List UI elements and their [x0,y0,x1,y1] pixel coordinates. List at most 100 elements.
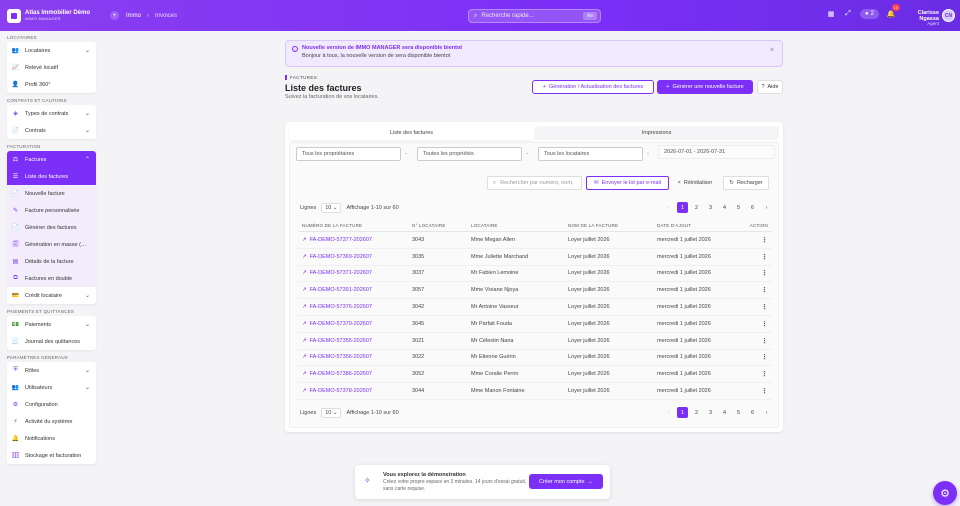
sidebar-item-paiements[interactable]: 💵 Paiements ⌄ [7,316,96,333]
sidebar-item-generation-masse[interactable]: 🗐 Génération en masse (… [7,236,96,253]
page-button[interactable]: 4 [719,407,730,418]
column-header[interactable]: LOCATAIRE [471,223,568,228]
table-row[interactable]: ↗ FA-DEMO-57369-202607 3035 Mme Juliette Ma… [298,249,772,266]
row-actions-icon[interactable]: ⋮ [748,236,772,244]
close-icon[interactable]: × [770,47,774,54]
sidebar-item-factures-double[interactable]: ⧉ Factures en double [7,270,96,287]
properties-select[interactable]: Toutes les propriétés [417,147,522,161]
sidebar-item-types-contrats[interactable]: ◈ Types de contrats ⌄ [7,105,96,122]
create-account-button[interactable]: Créer mon compte → [529,474,603,489]
sidebar-toggle-icon[interactable]: + [110,11,119,20]
sidebar-item-configuration[interactable]: ⚙ Configuration [7,396,96,413]
row-actions-icon[interactable]: ⋮ [748,253,772,261]
column-header[interactable]: DATE D'AJOUT [657,223,748,228]
page-button[interactable]: 6 [747,407,758,418]
expand-icon[interactable]: ⤢ [843,9,853,19]
invoice-number-link[interactable]: ↗ FA-DEMO-57378-202607 [298,388,412,394]
sidebar-item-utilisateurs[interactable]: 👥 Utilisateurs ⌄ [7,379,96,396]
page-size-select[interactable]: 10 ⌄ [321,408,342,418]
invoice-number-link[interactable]: ↗ FA-DEMO-57376-202607 [298,304,412,310]
row-actions-icon[interactable]: ⋮ [748,286,772,294]
column-header[interactable]: NOM DE LA FACTURE [568,223,657,228]
page-size-select[interactable]: 10 ⌄ [321,203,342,213]
sidebar-item-locataires[interactable]: 👥 Locataires ⌄ [7,42,96,59]
invoice-number-link[interactable]: ↗ FA-DEMO-57355-202607 [298,338,412,344]
page-button[interactable]: 2 [691,202,702,213]
sidebar-item-liste-factures[interactable]: ☰ Liste des factures [7,168,96,185]
table-row[interactable]: ↗ FA-DEMO-57376-202607 3042 Mr Antoine Vass… [298,299,772,316]
sidebar-item-nouvelle-facture[interactable]: 📄 Nouvelle facture [7,185,96,202]
bell-icon[interactable]: 🔔 10 [886,4,900,19]
quick-search-input[interactable]: ⌕ Recherche rapide... ⌘K [468,9,601,23]
breadcrumb-item-immo[interactable]: Immo [126,13,141,19]
invoice-number-link[interactable]: ↗ FA-DEMO-57356-202607 [298,354,412,360]
row-actions-icon[interactable]: ⋮ [748,370,772,378]
sidebar-item-roles[interactable]: ⛨ Rôles ⌄ [7,362,96,379]
tab-liste-factures[interactable]: Liste des factures [289,126,534,140]
next-page-icon[interactable]: › [761,202,772,213]
sidebar-item-activite[interactable]: ⚡ Activité du système [7,413,96,430]
tenants-select[interactable]: Tous les locataires [538,147,643,161]
reset-button[interactable]: × Réinitialiser [672,176,718,190]
page-button[interactable]: 5 [733,202,744,213]
sidebar-item-generer-factures[interactable]: 📄 Générer des factures [7,219,96,236]
coins-counter[interactable]: ● 2 [860,9,879,19]
sidebar-item-contrats[interactable]: 📄 Contrats ⌄ [7,122,96,139]
sidebar-item-journal-quittances[interactable]: 🧾 Journal des quittances [7,333,96,350]
row-actions-icon[interactable]: ⋮ [748,337,772,345]
sidebar-item-releve[interactable]: 📈 Relevé locatif [7,59,96,76]
invoice-search-input[interactable]: ⌕ Rechercher par numéro, nom, [487,176,582,190]
next-page-icon[interactable]: › [761,407,772,418]
column-header[interactable]: NUMÉRO DE LA FACTURE [298,223,412,228]
avatar[interactable]: CN [942,9,955,22]
help-button[interactable]: ? Aide [757,80,783,94]
page-button[interactable]: 1 [677,407,688,418]
page-button[interactable]: 2 [691,407,702,418]
user-info[interactable]: Clarisse Ngassa Agent [898,10,939,27]
table-row[interactable]: ↗ FA-DEMO-57378-202607 3044 Mme Manon Fonta… [298,383,772,400]
sidebar-item-factures[interactable]: ⚖ Factures ⌃ [7,151,96,168]
generate-update-button[interactable]: + Génération / Actualisation des factures [532,80,654,94]
page-button[interactable]: 6 [747,202,758,213]
date-range-input[interactable]: 2026-07-01 - 2026-07-31 [658,145,775,159]
invoice-number-link[interactable]: ↗ FA-DEMO-57391-202607 [298,287,412,293]
prev-page-icon[interactable]: ‹ [663,407,674,418]
sidebar-item-stockage[interactable]: 🗄 Stockage et facturation [7,447,96,464]
sidebar-item-profil[interactable]: 👤 Profil 360° [7,76,96,93]
page-button[interactable]: 3 [705,407,716,418]
table-row[interactable]: ↗ FA-DEMO-57386-202607 3052 Mme Coralie Per… [298,366,772,384]
invoice-number-link[interactable]: ↗ FA-DEMO-57369-202607 [298,254,412,260]
table-row[interactable]: ↗ FA-DEMO-57379-202607 3045 Mr Parfait Foud… [298,316,772,333]
page-button[interactable]: 1 [677,202,688,213]
chat-icon[interactable]: ⚙ [933,481,957,505]
invoice-number-link[interactable]: ↗ FA-DEMO-57371-202607 [298,270,412,276]
row-actions-icon[interactable]: ⋮ [748,387,772,395]
brand[interactable]: Atlas Immobilier Démo IMMO MANAGER [0,8,104,23]
table-row[interactable]: ↗ FA-DEMO-57377-202607 3043 Mme Megan Allen… [298,232,772,249]
generate-new-invoice-button[interactable]: + Générer une nouvelle facture [657,80,753,94]
prev-page-icon[interactable]: ‹ [663,202,674,213]
email-batch-button[interactable]: ✉ Envoyer le lot par e-mail [586,176,669,190]
row-actions-icon[interactable]: ⋮ [748,269,772,277]
owners-select[interactable]: Tous les propriétaires [296,147,401,161]
sidebar-item-credit-locataire[interactable]: 💳 Crédit locataire ⌄ [7,287,96,304]
row-actions-icon[interactable]: ⋮ [748,303,772,311]
table-row[interactable]: ↗ FA-DEMO-57355-202607 3021 Mr Célestin Nan… [298,333,772,350]
column-header[interactable]: N° LOCATAIRE [412,223,471,228]
reload-button[interactable]: ↻ Recharger [723,176,769,190]
table-row[interactable]: ↗ FA-DEMO-57356-202607 3022 Mr Etienne Guér… [298,350,772,367]
page-button[interactable]: 4 [719,202,730,213]
tab-impressions[interactable]: Impressions [534,126,779,140]
invoice-number-link[interactable]: ↗ FA-DEMO-57379-202607 [298,321,412,327]
sidebar-item-notifications[interactable]: 🔔 Notifications [7,430,96,447]
sidebar-item-facture-personnalisee[interactable]: ✎ Facture personnalisée [7,202,96,219]
table-row[interactable]: ↗ FA-DEMO-57391-202607 3057 Mme Viviane Njo… [298,282,772,300]
table-row[interactable]: ↗ FA-DEMO-57371-202607 3037 Mr Fabien Lemoi… [298,266,772,283]
sidebar-item-details-facture[interactable]: ▤ Détails de la facture [7,253,96,270]
row-actions-icon[interactable]: ⋮ [748,353,772,361]
invoice-number-link[interactable]: ↗ FA-DEMO-57377-202607 [298,237,412,243]
invoice-number-link[interactable]: ↗ FA-DEMO-57386-202607 [298,371,412,377]
grid-icon[interactable]: ▦ [826,9,836,19]
page-button[interactable]: 5 [733,407,744,418]
row-actions-icon[interactable]: ⋮ [748,320,772,328]
